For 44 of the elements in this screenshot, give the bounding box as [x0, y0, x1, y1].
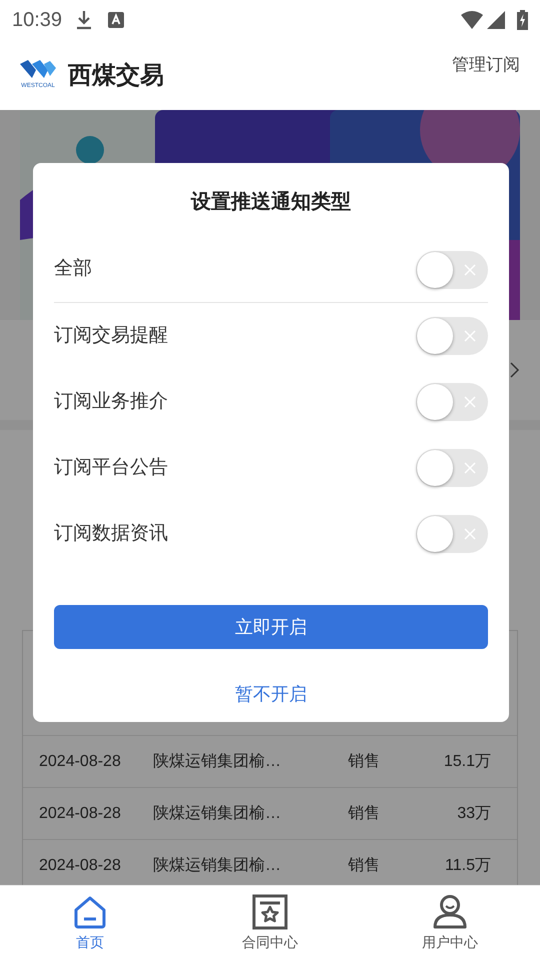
manage-subscription-link[interactable]: 管理订阅 — [452, 52, 520, 78]
user-icon — [432, 894, 468, 930]
company-cell-text: 陕煤运销集团榆… — [153, 752, 282, 772]
option-label: 订阅平台公告 — [54, 456, 168, 480]
tab-bar-item[interactable]: 合同中心 — [180, 886, 360, 960]
not-now-button[interactable]: 暂不开启 — [235, 681, 307, 708]
amount-cell-text: 11.5万 — [444, 856, 492, 876]
tab-bar-item[interactable]: 用户中心 — [360, 886, 540, 960]
toggle-switch[interactable] — [416, 515, 488, 553]
download-icon — [76, 10, 92, 30]
close-icon — [464, 462, 476, 474]
app-title: 西煤交易 — [68, 61, 164, 91]
font-icon — [108, 12, 124, 28]
close-icon — [464, 528, 476, 540]
battery-charging-icon — [517, 10, 528, 30]
tab-bar-item[interactable]: 首页 — [0, 886, 180, 960]
toggle-switch[interactable] — [416, 449, 488, 487]
close-icon — [464, 396, 476, 408]
date-cell-text: 2024-08-28 — [38, 856, 122, 876]
status-time: 10:39 — [12, 8, 62, 33]
toggle-switch[interactable] — [416, 317, 488, 355]
wifi-icon — [461, 11, 483, 29]
type-cell-text: 销售 — [348, 804, 381, 824]
signal-icon — [487, 11, 505, 29]
company-cell-text: 陕煤运销集团榆… — [153, 856, 282, 876]
type-cell-text: 销售 — [348, 752, 381, 772]
close-icon — [464, 330, 476, 342]
option-label: 订阅交易提醒 — [54, 324, 168, 348]
toggle-switch[interactable] — [416, 383, 488, 421]
option-label: 订阅数据资讯 — [54, 522, 168, 546]
home-icon — [72, 894, 108, 930]
dialog-title: 设置推送通知类型 — [190, 190, 352, 215]
type-cell-text: 销售 — [348, 856, 381, 876]
chevron-right-icon — [510, 362, 520, 378]
close-icon — [464, 264, 476, 276]
date-cell-text: 2024-08-28 — [38, 804, 122, 824]
amount-cell-text: 15.1万 — [442, 752, 492, 772]
amount-cell-text: 33万 — [456, 804, 492, 824]
company-cell-text: 陕煤运销集团榆… — [153, 804, 282, 824]
enable-now-button[interactable]: 立即开启 — [54, 605, 488, 649]
option-label: 订阅业务推介 — [54, 390, 168, 414]
date-cell-text: 2024-08-28 — [38, 752, 122, 772]
toggle-switch[interactable] — [416, 250, 488, 288]
option-label: 全部 — [54, 257, 92, 282]
